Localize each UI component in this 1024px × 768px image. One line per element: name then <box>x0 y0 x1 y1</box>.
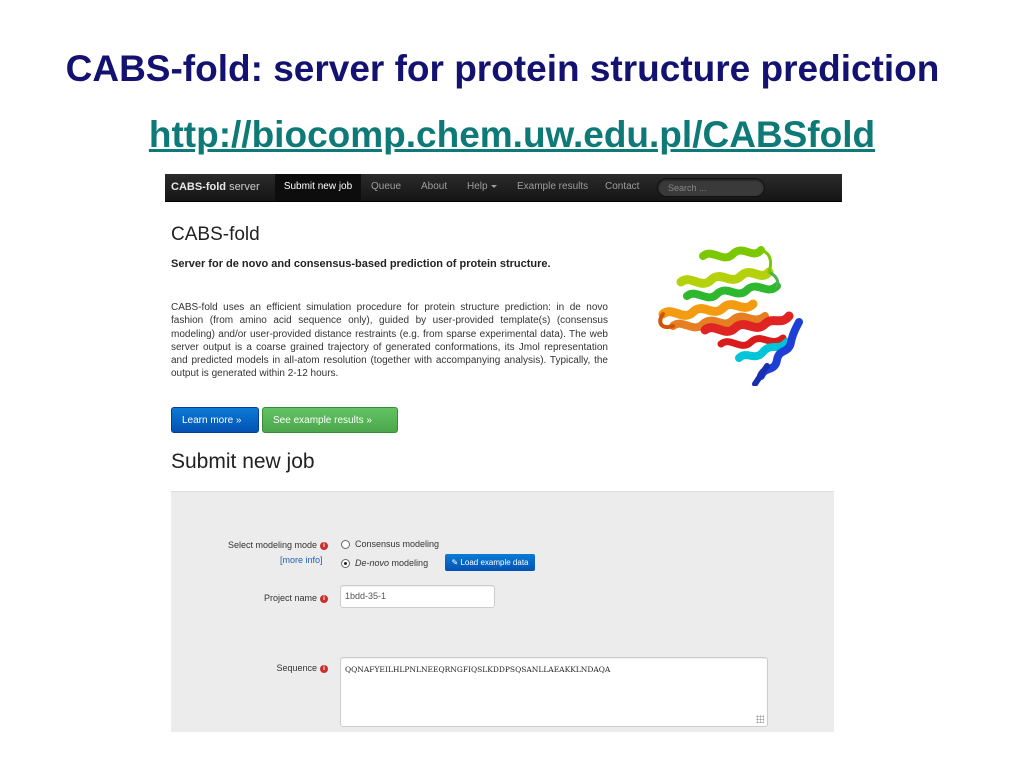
intro-text: CABS-fold uses an efficient simulation p… <box>171 302 608 380</box>
info-icon[interactable]: i <box>320 664 328 673</box>
protein-structure-image <box>658 246 803 386</box>
sequence-label-text: Sequence <box>276 663 317 673</box>
submit-job-heading: Submit new job <box>171 450 315 473</box>
project-name-input[interactable]: 1bdd-35-1 <box>340 585 495 608</box>
search-input[interactable]: Search ... <box>657 178 765 197</box>
denovo-radio[interactable] <box>341 559 350 569</box>
resize-grip-icon[interactable] <box>756 715 764 723</box>
consensus-modeling-option[interactable]: Consensus modeling <box>341 539 440 550</box>
pencil-icon: ✎ <box>451 558 459 567</box>
submit-job-form: Select modeling mode i [more info] Consen… <box>171 491 834 732</box>
page-subtitle: Server for de novo and consensus-based p… <box>171 258 551 270</box>
info-icon[interactable]: i <box>320 541 328 550</box>
slide-url-link[interactable]: http://biocomp.chem.uw.edu.pl/CABSfold <box>0 114 1024 156</box>
nav-help[interactable]: Help <box>467 174 497 201</box>
more-info-link[interactable]: [more info] <box>280 555 323 565</box>
project-name-label-text: Project name <box>263 593 317 603</box>
webpage-screenshot: CABS-fold server Submit new job Queue Ab… <box>165 174 842 732</box>
page-title: CABS-fold <box>171 224 260 245</box>
brand-logo[interactable]: CABS-fold server <box>171 174 260 201</box>
learn-more-button[interactable]: Learn more » <box>171 407 259 433</box>
modeling-mode-label-text: Select modeling mode <box>227 540 317 550</box>
denovo-modeling-option[interactable]: De-novo modeling <box>341 558 429 569</box>
modeling-mode-label: Select modeling mode i <box>228 540 328 550</box>
info-icon[interactable]: i <box>320 594 328 603</box>
denovo-label: De-novo <box>355 558 390 568</box>
load-example-data-button[interactable]: ✎ Load example data <box>445 554 535 571</box>
see-example-results-button[interactable]: See example results » <box>262 407 398 433</box>
nav-example-results[interactable]: Example results <box>517 174 588 201</box>
nav-help-label: Help <box>467 181 488 192</box>
top-navbar: CABS-fold server Submit new job Queue Ab… <box>165 174 842 202</box>
slide-title: CABS-fold: server for protein structure … <box>65 48 940 89</box>
brand-name: CABS-fold <box>171 181 226 193</box>
sequence-label: Sequence i <box>276 663 328 673</box>
denovo-label-suffix: modeling <box>391 558 429 568</box>
load-example-label: Load example data <box>460 558 529 567</box>
sequence-value: QQNAFYEILHLPNLNEEQRNGFIQSLKDDPSQSANLLAEA… <box>345 665 611 674</box>
consensus-label: Consensus modeling <box>355 539 440 549</box>
nav-queue[interactable]: Queue <box>371 174 401 201</box>
nav-submit-new-job[interactable]: Submit new job <box>275 174 361 201</box>
sequence-textarea[interactable]: QQNAFYEILHLPNLNEEQRNGFIQSLKDDPSQSANLLAEA… <box>340 657 768 727</box>
nav-about[interactable]: About <box>421 174 447 201</box>
project-name-label: Project name i <box>264 593 328 603</box>
brand-suffix: server <box>229 181 260 193</box>
caret-down-icon <box>490 184 497 188</box>
consensus-radio[interactable] <box>341 540 350 550</box>
nav-contact[interactable]: Contact <box>605 174 639 201</box>
